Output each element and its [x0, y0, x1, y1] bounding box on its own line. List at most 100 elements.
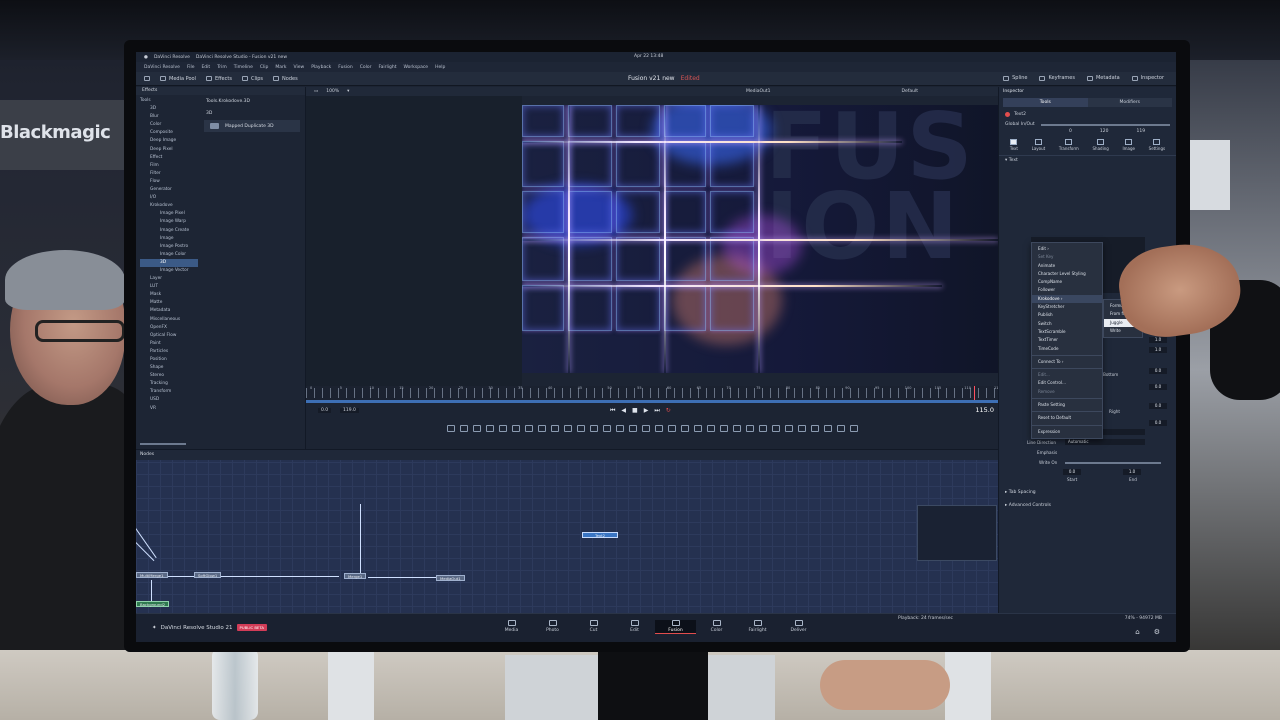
media-pool-button[interactable]: Media Pool: [160, 76, 196, 82]
effects-tree-item-filter[interactable]: Filter: [140, 170, 198, 178]
effects-tree-item-optical-flow[interactable]: Optical Flow: [140, 332, 198, 340]
app-menu-fairlight[interactable]: Fairlight: [378, 65, 396, 70]
fusion-tool-icon[interactable]: [758, 424, 767, 432]
go-to-start-icon[interactable]: ⏮: [610, 407, 615, 415]
node-softglow1[interactable]: SoftGlow1: [194, 572, 222, 578]
effects-tree-item-generator[interactable]: Generator: [140, 186, 198, 194]
node-minimap[interactable]: [917, 505, 997, 561]
effects-tree-item-miscellaneous[interactable]: Miscellaneous: [140, 316, 198, 324]
page-tab-fairlight[interactable]: Fairlight: [737, 620, 778, 634]
context-menu-item-animate[interactable]: Animate: [1032, 262, 1102, 270]
context-menu-item-timecode[interactable]: TimeCode: [1032, 345, 1102, 353]
fusion-tool-icon[interactable]: [498, 424, 507, 432]
value-field-6[interactable]: 0.0: [1149, 420, 1167, 426]
fusion-tool-icon[interactable]: [849, 424, 858, 432]
node-editor[interactable]: Nodes MultiMerge1 SoftGlow1 Merge1 Media…: [136, 449, 998, 613]
stop-icon[interactable]: ■: [632, 407, 638, 415]
fusion-tool-icon[interactable]: [693, 424, 702, 432]
effects-tree-item-effect[interactable]: Effect: [140, 154, 198, 162]
value-field-4[interactable]: 0.0: [1149, 384, 1167, 390]
context-menu-item-texttimer[interactable]: TextTimer: [1032, 336, 1102, 344]
inspector-button[interactable]: Inspector: [1131, 75, 1164, 81]
fusion-tool-icon[interactable]: [537, 424, 546, 432]
context-menu-item-paste-setting[interactable]: Paste Setting: [1032, 401, 1102, 409]
effects-tree-item-transform[interactable]: Transform: [140, 388, 198, 396]
global-mid-value[interactable]: 120: [1100, 129, 1109, 134]
fusion-tool-icon[interactable]: [511, 424, 520, 432]
panel-toggle-button[interactable]: [144, 76, 150, 81]
page-tab-media[interactable]: Media: [491, 620, 532, 634]
effects-tree-item-deep-pixel[interactable]: Deep Pixel: [140, 146, 198, 154]
global-out-value[interactable]: 119: [1136, 129, 1145, 134]
effects-tree-item-color[interactable]: Color: [140, 121, 198, 129]
fusion-tool-icon[interactable]: [745, 424, 754, 432]
effects-tree-item-mask[interactable]: Mask: [140, 291, 198, 299]
effects-tree-item-film[interactable]: Film: [140, 162, 198, 170]
fusion-tool-icon[interactable]: [810, 424, 819, 432]
effects-tree-item-image[interactable]: Image: [140, 235, 198, 243]
effects-tree-item-metadata[interactable]: Metadata: [140, 307, 198, 315]
context-menu-item-connect-to[interactable]: Connect To ›: [1032, 358, 1102, 366]
render-in-field[interactable]: 0.0: [318, 408, 332, 413]
app-menu-color[interactable]: Color: [360, 65, 372, 70]
node-text2[interactable]: Text2: [582, 532, 618, 538]
menubar-app[interactable]: DaVinci Resolve: [154, 55, 190, 60]
page-tab-deliver[interactable]: Deliver: [778, 620, 819, 634]
app-menu-help[interactable]: Help: [435, 65, 445, 70]
effects-tree-item-deep-image[interactable]: Deep Image: [140, 137, 198, 145]
fusion-tool-icon[interactable]: [446, 424, 455, 432]
context-menu-item-follower[interactable]: Follower: [1032, 286, 1102, 294]
fusion-tool-icon[interactable]: [784, 424, 793, 432]
app-menu-file[interactable]: File: [187, 65, 195, 70]
fusion-tool-icon[interactable]: [641, 424, 650, 432]
effect-item-mapped-duplicate-3d[interactable]: Mapped Duplicate 3D: [204, 120, 300, 132]
step-back-icon[interactable]: ◀: [621, 407, 626, 415]
effects-tree-item-tracking[interactable]: Tracking: [140, 380, 198, 388]
fusion-tool-icon[interactable]: [472, 424, 481, 432]
context-menu-item-expression[interactable]: Expression: [1032, 428, 1102, 436]
inspector-category-image[interactable]: Image: [1122, 139, 1135, 151]
global-in-value[interactable]: 0: [1069, 129, 1072, 134]
context-menu-item-publish[interactable]: Publish: [1032, 311, 1102, 319]
context-menu-item-edit-control[interactable]: Edit Control...: [1032, 379, 1102, 387]
context-menu-item-compname[interactable]: CompName: [1032, 278, 1102, 286]
fusion-tool-icon[interactable]: [602, 424, 611, 432]
effects-tree-item-vr[interactable]: VR: [140, 405, 198, 413]
effects-tree-item-image-create[interactable]: Image Create: [140, 227, 198, 235]
tab-tools[interactable]: Tools: [1003, 98, 1088, 107]
app-menu-davinci-resolve[interactable]: DaVinci Resolve: [144, 65, 180, 70]
effects-tree-item-usd[interactable]: USD: [140, 396, 198, 404]
fusion-tool-icon[interactable]: [550, 424, 559, 432]
inspector-category-settings[interactable]: Settings: [1149, 139, 1165, 151]
app-menu-playback[interactable]: Playback: [311, 65, 331, 70]
fusion-tool-icon[interactable]: [628, 424, 637, 432]
app-menu-fusion[interactable]: Fusion: [338, 65, 352, 70]
effects-tree-item-image-vector[interactable]: Image Vector: [140, 267, 198, 275]
fusion-tool-icon[interactable]: [797, 424, 806, 432]
effects-scrollbar[interactable]: [140, 443, 186, 445]
chevron-down-icon[interactable]: ▾: [347, 89, 349, 94]
effects-tree-item-position[interactable]: Position: [140, 356, 198, 364]
render-out-field[interactable]: 119.0: [340, 408, 359, 413]
context-menu-item-character-level-styling[interactable]: Character Level Styling: [1032, 270, 1102, 278]
value-field-3[interactable]: 0.0: [1149, 368, 1167, 374]
context-menu-item-reset-to-default[interactable]: Reset to Default: [1032, 414, 1102, 422]
effects-tree-item-krokodove[interactable]: Krokodove: [140, 202, 198, 210]
play-range-bar[interactable]: [306, 400, 998, 403]
app-menu-edit[interactable]: Edit: [201, 65, 210, 70]
effects-tree-item-image-pixel[interactable]: Image Pixel: [140, 210, 198, 218]
effects-tree-item-i-o[interactable]: I/O: [140, 194, 198, 202]
effects-tree-item-blur[interactable]: Blur: [140, 113, 198, 121]
effects-tree-item-tools[interactable]: Tools: [140, 97, 198, 105]
effects-tree-item-image-color[interactable]: Image Color: [140, 251, 198, 259]
app-menu-clip[interactable]: Clip: [260, 65, 269, 70]
tab-spacing-section[interactable]: ▸ Tab Spacing: [1005, 490, 1036, 495]
effects-tree-item-3d[interactable]: 3D: [140, 258, 198, 267]
go-to-end-icon[interactable]: ⏭: [654, 407, 659, 415]
context-menu-item-krokodove[interactable]: Krokodove ›: [1032, 294, 1102, 304]
fusion-tool-icon[interactable]: [576, 424, 585, 432]
apple-icon[interactable]: ●: [144, 55, 148, 60]
global-in-out-slider[interactable]: [1040, 123, 1170, 126]
keyframes-button[interactable]: Keyframes: [1039, 75, 1075, 81]
fusion-tool-icon[interactable]: [615, 424, 624, 432]
